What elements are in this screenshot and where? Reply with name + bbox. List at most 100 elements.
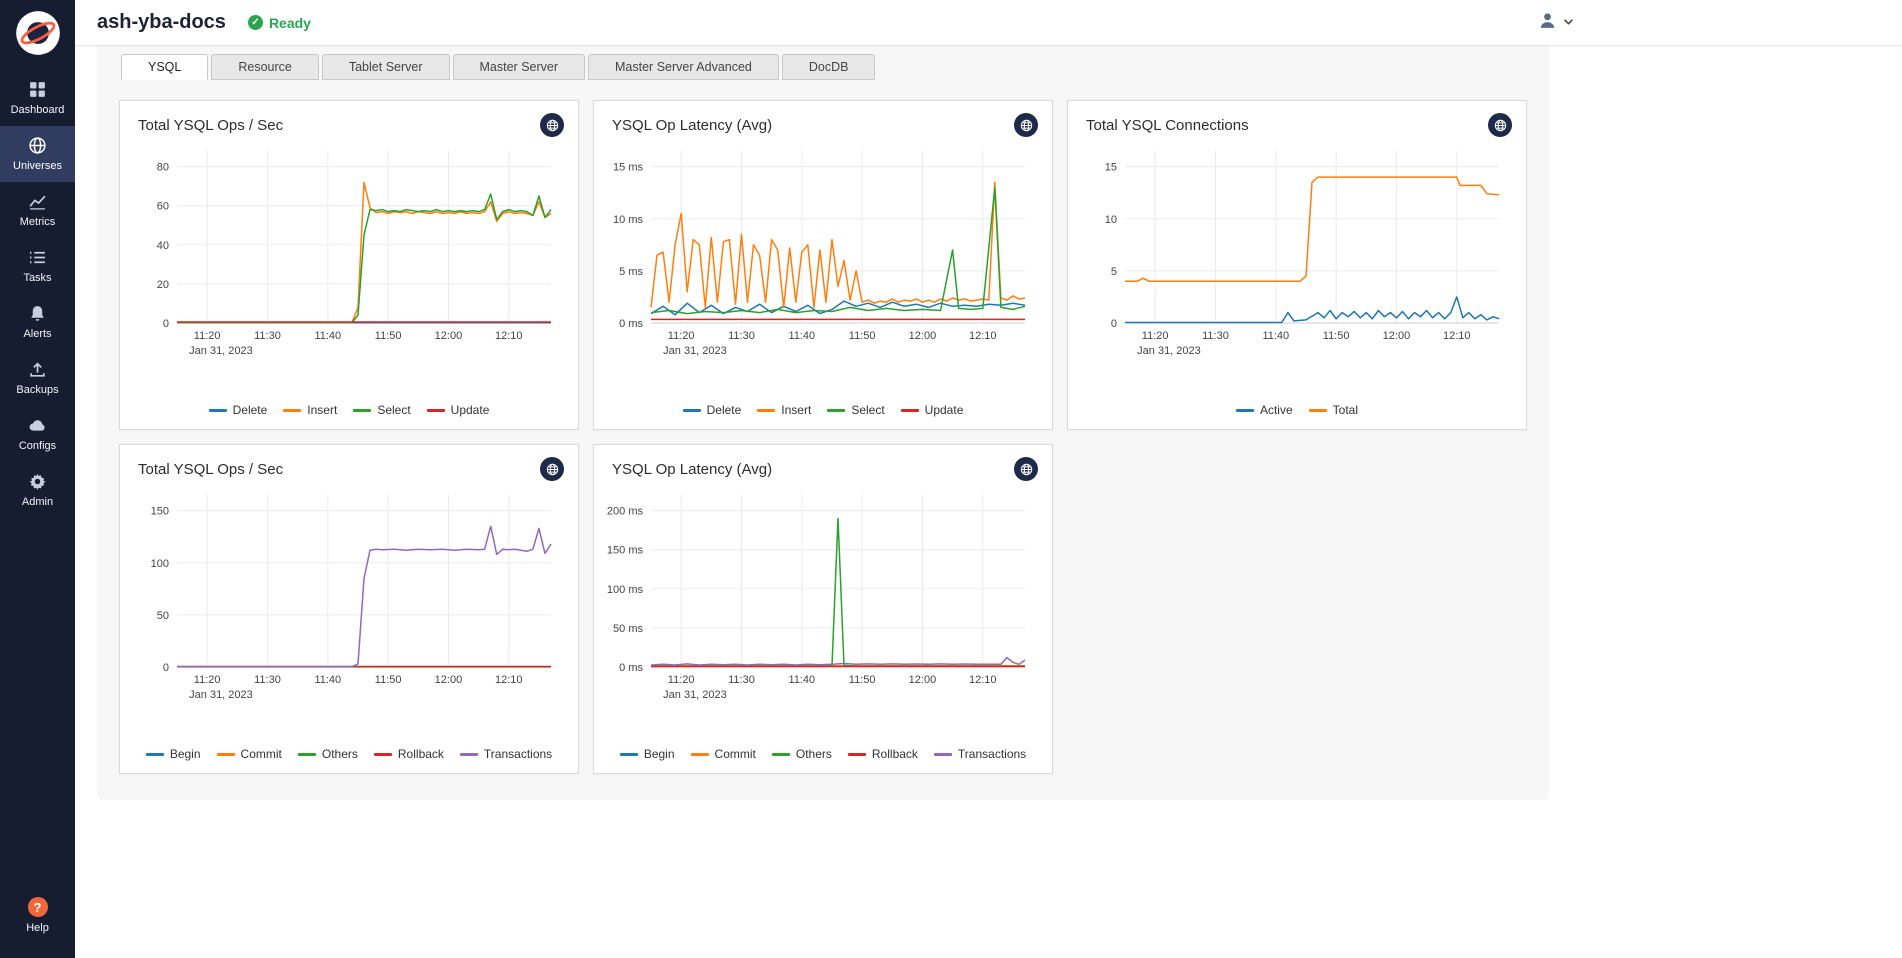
- legend-item[interactable]: Insert: [283, 403, 337, 417]
- legend-swatch: [683, 409, 701, 412]
- legend-item[interactable]: Active: [1236, 403, 1293, 417]
- legend-item[interactable]: Update: [427, 403, 490, 417]
- legend-item[interactable]: Insert: [757, 403, 811, 417]
- legend-item[interactable]: Total: [1309, 403, 1358, 417]
- legend-label: Insert: [307, 403, 337, 417]
- legend-swatch: [298, 753, 316, 756]
- legend-swatch: [1309, 409, 1327, 412]
- legend-item[interactable]: Select: [827, 403, 884, 417]
- svg-text:12:10: 12:10: [495, 674, 523, 686]
- user-menu[interactable]: [1538, 11, 1574, 35]
- dashboard-icon: [28, 80, 47, 99]
- svg-text:50 ms: 50 ms: [613, 623, 643, 635]
- legend-label: Select: [377, 403, 410, 417]
- legend-item[interactable]: Rollback: [374, 747, 444, 761]
- legend-swatch: [460, 753, 478, 756]
- svg-text:11:30: 11:30: [1202, 330, 1229, 342]
- svg-text:0: 0: [163, 318, 169, 330]
- legend-swatch: [353, 409, 371, 412]
- legend-label: Others: [322, 747, 358, 761]
- sidebar-item-metrics[interactable]: Metrics: [0, 182, 75, 238]
- universe-metrics-card: YSQL Resource Tablet Server Master Serve…: [97, 46, 1549, 800]
- svg-text:12:00: 12:00: [435, 674, 463, 686]
- sidebar-item-label: Universes: [13, 160, 62, 172]
- svg-text:11:50: 11:50: [375, 330, 402, 342]
- sidebar-item-help[interactable]: ? Help: [0, 887, 75, 944]
- tab-tablet-server[interactable]: Tablet Server: [322, 54, 450, 80]
- legend-item[interactable]: Commit: [217, 747, 282, 761]
- chart-legend: Delete Insert Select Update: [594, 403, 1052, 429]
- legend-label: Rollback: [872, 747, 918, 761]
- svg-text:11:20: 11:20: [668, 330, 695, 342]
- legend-item[interactable]: Transactions: [934, 747, 1026, 761]
- chart-title: Total YSQL Connections: [1086, 117, 1249, 134]
- sidebar-item-admin[interactable]: Admin: [0, 462, 75, 518]
- sidebar-item-label: Configs: [19, 440, 56, 452]
- legend-item[interactable]: Begin: [620, 747, 675, 761]
- tab-ysql[interactable]: YSQL: [121, 54, 208, 80]
- sidebar-item-label: Dashboard: [11, 104, 65, 116]
- chevron-down-icon: [1563, 14, 1574, 32]
- legend-label: Active: [1260, 403, 1293, 417]
- legend-swatch: [848, 753, 866, 756]
- tab-master-server[interactable]: Master Server: [453, 54, 586, 80]
- sidebar-item-tasks[interactable]: Tasks: [0, 238, 75, 294]
- gear-icon: [28, 472, 47, 491]
- panel-globe-button[interactable]: [1488, 113, 1512, 137]
- chart-panel-ysql-latency: YSQL Op Latency (Avg) 11:20Jan 31, 20231…: [593, 100, 1053, 430]
- tab-docdb[interactable]: DocDB: [782, 54, 876, 80]
- legend-swatch: [691, 753, 709, 756]
- svg-text:15: 15: [1105, 162, 1117, 174]
- svg-text:12:10: 12:10: [495, 330, 523, 342]
- svg-text:11:20: 11:20: [194, 674, 221, 686]
- sidebar-item-alerts[interactable]: Alerts: [0, 294, 75, 350]
- tab-resource[interactable]: Resource: [211, 54, 319, 80]
- panel-globe-button[interactable]: [1014, 457, 1038, 481]
- legend-label: Total: [1333, 403, 1358, 417]
- svg-text:0: 0: [1111, 318, 1117, 330]
- svg-text:5: 5: [1111, 266, 1117, 278]
- panel-globe-button[interactable]: [540, 113, 564, 137]
- status-badge: ✓ Ready: [248, 15, 311, 31]
- sidebar-item-backups[interactable]: Backups: [0, 350, 75, 406]
- header: ash-yba-docs ✓ Ready: [75, 0, 1902, 46]
- svg-text:10 ms: 10 ms: [613, 214, 643, 226]
- chart-canvas: 11:20Jan 31, 202311:3011:4011:5012:0012:…: [1068, 137, 1526, 377]
- app-logo[interactable]: [0, 0, 75, 70]
- svg-text:100: 100: [151, 558, 169, 570]
- svg-text:60: 60: [157, 201, 169, 213]
- svg-text:10: 10: [1105, 214, 1117, 226]
- legend-item[interactable]: Delete: [683, 403, 742, 417]
- metrics-tabs: YSQL Resource Tablet Server Master Serve…: [97, 46, 1549, 80]
- legend-item[interactable]: Begin: [146, 747, 201, 761]
- svg-text:12:00: 12:00: [435, 330, 463, 342]
- legend-item[interactable]: Commit: [691, 747, 756, 761]
- legend-item[interactable]: Others: [772, 747, 832, 761]
- sidebar-item-label: Tasks: [23, 272, 51, 284]
- chart-panel-ysql-connections: Total YSQL Connections 11:20Jan 31, 2023…: [1067, 100, 1527, 430]
- legend-item[interactable]: Rollback: [848, 747, 918, 761]
- upload-icon: [28, 360, 47, 379]
- legend-label: Commit: [241, 747, 282, 761]
- legend-item[interactable]: Delete: [209, 403, 268, 417]
- legend-item[interactable]: Others: [298, 747, 358, 761]
- svg-text:15 ms: 15 ms: [613, 162, 643, 174]
- sidebar-item-configs[interactable]: Configs: [0, 406, 75, 462]
- sidebar-item-universes[interactable]: Universes: [0, 126, 75, 182]
- check-icon: ✓: [248, 15, 263, 30]
- panel-globe-button[interactable]: [540, 457, 564, 481]
- panel-globe-button[interactable]: [1014, 113, 1038, 137]
- legend-item[interactable]: Transactions: [460, 747, 552, 761]
- globe-icon: [1020, 119, 1033, 132]
- svg-text:11:40: 11:40: [788, 330, 815, 342]
- sidebar-item-dashboard[interactable]: Dashboard: [0, 70, 75, 126]
- app-root: Dashboard Universes Metrics Tasks Alerts: [0, 0, 1902, 958]
- tab-master-server-advanced[interactable]: Master Server Advanced: [588, 54, 779, 80]
- legend-item[interactable]: Update: [901, 403, 964, 417]
- sidebar-item-label: Alerts: [23, 328, 51, 340]
- yugabyte-logo-icon: [15, 10, 61, 56]
- legend-item[interactable]: Select: [353, 403, 410, 417]
- chart-legend: Active Total: [1068, 403, 1526, 429]
- svg-text:11:40: 11:40: [314, 330, 341, 342]
- legend-swatch: [772, 753, 790, 756]
